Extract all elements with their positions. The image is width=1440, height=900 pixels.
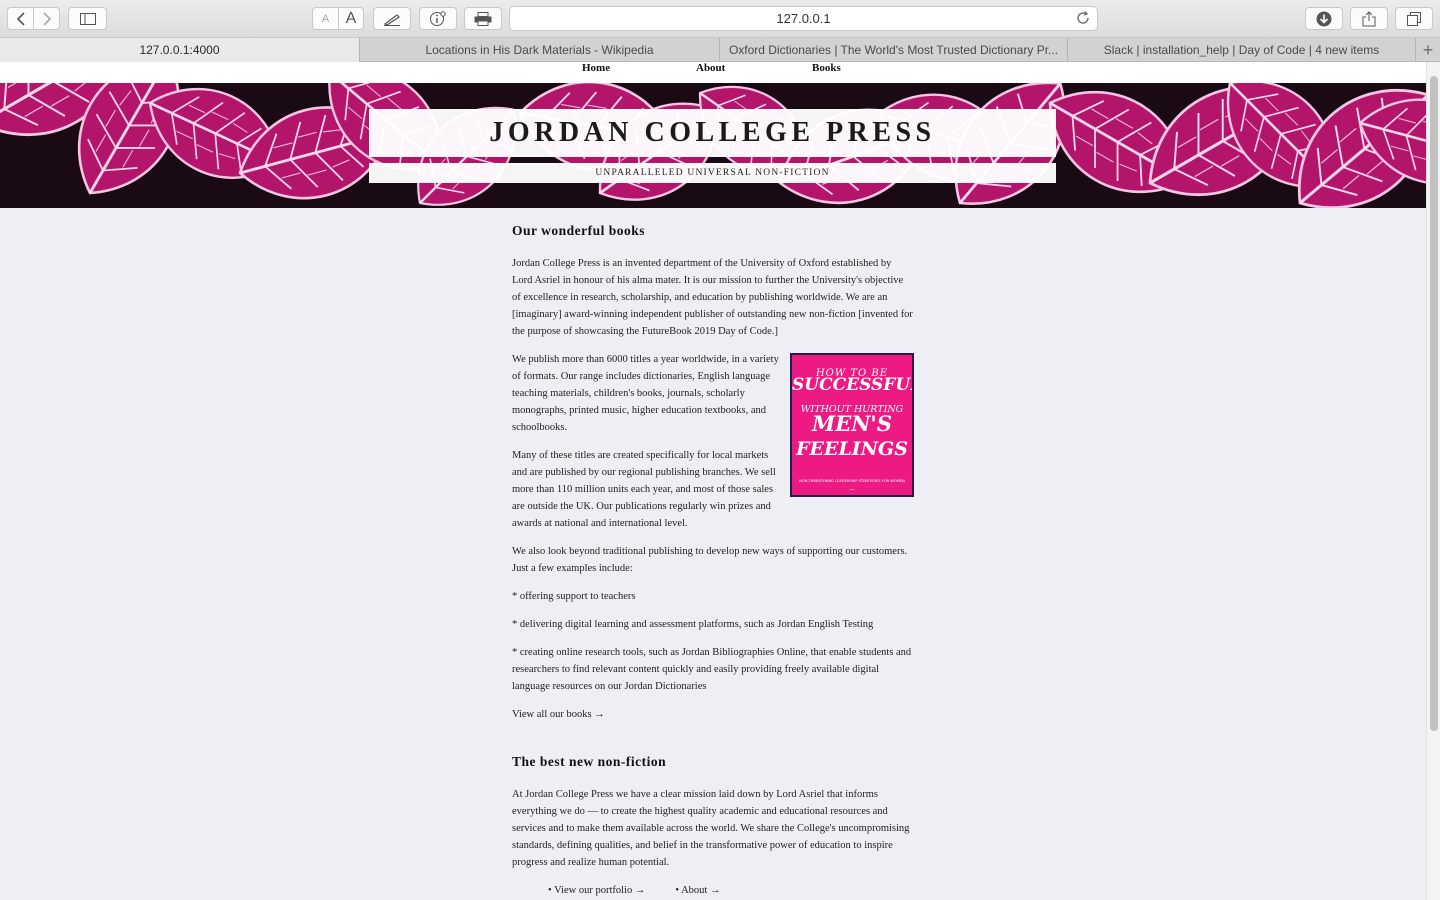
larger-text-button[interactable]: A	[337, 8, 363, 29]
cover-line-2: SUCCESSFUL	[792, 375, 914, 395]
cover-line-5: FEELINGS	[795, 438, 908, 460]
smaller-text-button[interactable]: A	[313, 8, 338, 29]
about-link[interactable]: • About →	[675, 882, 720, 899]
portfolio-link[interactable]: • View our portfolio →	[548, 882, 645, 899]
share-icon	[1362, 10, 1376, 26]
mission-paragraph: At Jordan College Press we have a clear …	[512, 789, 910, 868]
chevron-left-icon	[16, 11, 25, 26]
tab-slack[interactable]: Slack | installation_help | Day of Code …	[1068, 38, 1416, 62]
printer-icon	[474, 11, 492, 26]
url-text: 127.0.0.1	[776, 11, 831, 26]
list-item: * delivering digital learning and assess…	[512, 619, 874, 630]
tab-bar: 127.0.0.1:4000 Locations in His Dark Mat…	[0, 38, 1440, 62]
extension-button[interactable]	[419, 7, 457, 30]
tabs-icon	[1407, 11, 1421, 26]
markup-button[interactable]	[373, 7, 411, 30]
view-all-books-link[interactable]: View all our books →	[512, 706, 914, 723]
download-icon	[1316, 11, 1332, 26]
share-button[interactable]	[1350, 7, 1388, 30]
tab-wikipedia[interactable]: Locations in His Dark Materials - Wikipe…	[360, 38, 720, 62]
text-size-controls: A A	[312, 7, 364, 30]
history-nav	[7, 7, 60, 30]
book-cover-image[interactable]: HOW TO BE SUCCESSFUL WITHOUT HURTING MEN…	[790, 353, 914, 497]
pen-icon	[383, 13, 400, 26]
browser-toolbar: A A 127.0.0.1	[0, 0, 1440, 38]
footer-links: • View our portfolio → • About →	[512, 882, 914, 899]
site-nav: Home About Books	[0, 62, 1426, 83]
cover-author-signature: ~	[849, 486, 855, 494]
list-item: * offering support to teachers	[512, 591, 636, 602]
back-button[interactable]	[8, 8, 33, 29]
info-icon	[430, 10, 446, 26]
section-heading-nonfiction: The best new non-fiction	[512, 754, 667, 769]
chevron-right-icon	[43, 11, 51, 26]
section-heading-books: Our wonderful books	[512, 223, 646, 238]
page-viewport: Home About Books JORDAN COLLEGE PRESS UN…	[0, 62, 1426, 900]
hero-banner: JORDAN COLLEGE PRESS UNPARALLELED UNIVER…	[0, 83, 1426, 208]
site-subtitle-box: UNPARALLELED UNIVERSAL NON-FICTION	[369, 163, 1056, 183]
intro-paragraph: Jordan College Press is an invented depa…	[512, 258, 913, 337]
nav-about[interactable]: About	[696, 62, 725, 74]
scrollbar-thumb[interactable]	[1430, 76, 1438, 731]
tab-overview-button[interactable]	[1395, 7, 1433, 30]
new-tab-button[interactable]: +	[1416, 38, 1440, 62]
beyond-paragraph: We also look beyond traditional publishi…	[512, 546, 908, 574]
nav-books[interactable]: Books	[812, 62, 841, 74]
site-title-box: JORDAN COLLEGE PRESS	[369, 109, 1056, 157]
nav-home[interactable]: Home	[582, 62, 610, 74]
sidebar-button[interactable]	[68, 7, 107, 30]
tab-localhost[interactable]: 127.0.0.1:4000	[0, 38, 360, 62]
forward-button[interactable]	[33, 8, 59, 29]
sidebar-icon	[79, 12, 96, 25]
page-scrollbar[interactable]	[1426, 62, 1440, 900]
downloads-button[interactable]	[1305, 7, 1343, 30]
reload-icon[interactable]	[1075, 10, 1091, 26]
tab-oxford-dictionaries[interactable]: Oxford Dictionaries | The World's Most T…	[720, 38, 1068, 62]
address-bar[interactable]: 127.0.0.1	[509, 6, 1098, 31]
print-button[interactable]	[464, 7, 502, 30]
list-item: * creating online research tools, such a…	[512, 647, 912, 692]
main-content: Our wonderful books Jordan College Press…	[512, 222, 914, 899]
site-subtitle: UNPARALLELED UNIVERSAL NON-FICTION	[595, 168, 830, 178]
site-title: JORDAN COLLEGE PRESS	[489, 117, 936, 148]
cover-line-4: MEN'S	[811, 411, 893, 436]
